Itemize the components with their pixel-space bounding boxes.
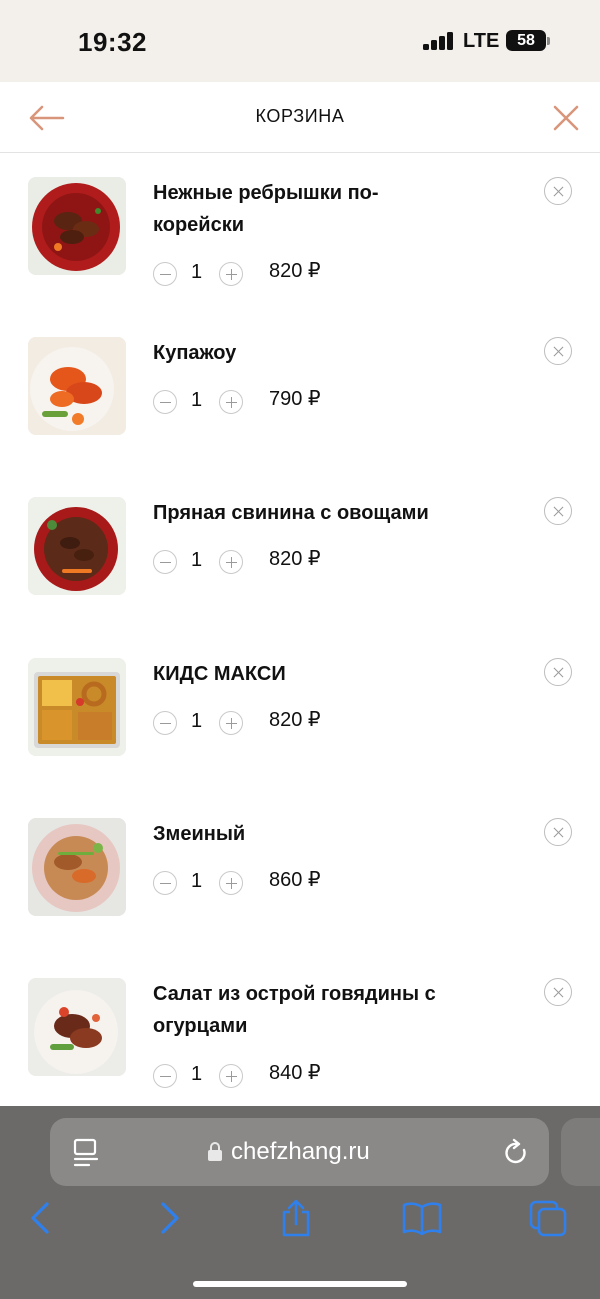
increase-quantity-button[interactable]: [219, 871, 243, 895]
browser-toolbar: chefzhang.ru: [0, 1106, 600, 1299]
dish-image[interactable]: [28, 337, 126, 435]
cart-list: Нежные ребрышки по-корейски 1 820 ₽ Купа…: [0, 153, 600, 1106]
quantity-stepper: 1 840 ₽: [153, 1062, 403, 1088]
status-time: 19:32: [78, 27, 147, 57]
share-button[interactable]: [276, 1198, 316, 1238]
close-button[interactable]: [546, 98, 586, 138]
item-name: КИДС МАКСИ: [153, 663, 286, 685]
battery-level: 58: [517, 32, 535, 49]
decrease-quantity-button[interactable]: [153, 871, 177, 895]
quantity-value: 1: [191, 1063, 203, 1085]
remove-item-button[interactable]: [544, 658, 572, 686]
item-name: Салат из острой говядины с огурцами: [153, 983, 436, 1037]
increase-quantity-button[interactable]: [219, 390, 243, 414]
increase-quantity-button[interactable]: [219, 550, 243, 574]
battery-icon: 58: [506, 30, 546, 51]
book-icon: [402, 1202, 442, 1235]
reader-mode-icon[interactable]: [72, 1138, 100, 1168]
lock-icon: [208, 1142, 222, 1161]
reload-icon[interactable]: [502, 1138, 530, 1168]
chevron-left-icon: [31, 1202, 49, 1234]
decrease-quantity-button[interactable]: [153, 711, 177, 735]
decrease-quantity-button[interactable]: [153, 1064, 177, 1088]
item-price: 840 ₽: [269, 1062, 321, 1084]
item-price: 790 ₽: [269, 388, 321, 410]
browser-forward-button[interactable]: [150, 1198, 190, 1238]
item-price: 820 ₽: [269, 548, 321, 570]
home-indicator[interactable]: [193, 1281, 407, 1287]
quantity-value: 1: [191, 549, 203, 571]
cart-header: КОРЗИНА: [0, 82, 600, 153]
item-name: Купажоу: [153, 342, 237, 364]
quantity-value: 1: [191, 710, 203, 732]
network-type: LTE: [463, 30, 500, 52]
cart-item: Салат из острой говядины с огурцами 1 84…: [0, 954, 600, 1106]
remove-item-button[interactable]: [544, 177, 572, 205]
close-icon: [553, 105, 579, 131]
remove-item-button[interactable]: [544, 337, 572, 365]
dish-image[interactable]: [28, 818, 126, 916]
increase-quantity-button[interactable]: [219, 1064, 243, 1088]
cart-item: Пряная свинина с овощами 1 820 ₽: [0, 473, 600, 633]
dish-image[interactable]: [28, 497, 126, 595]
battery-tip: [547, 37, 550, 45]
increase-quantity-button[interactable]: [219, 262, 243, 286]
dish-image[interactable]: [28, 177, 126, 275]
quantity-stepper: 1 820 ₽: [153, 709, 403, 735]
bookmarks-button[interactable]: [402, 1198, 442, 1238]
status-bar: 19:32 LTE 58: [0, 0, 600, 82]
tabs-button[interactable]: [528, 1198, 568, 1238]
quantity-value: 1: [191, 870, 203, 892]
cart-item: Нежные ребрышки по-корейски 1 820 ₽: [0, 153, 600, 313]
browser-back-button[interactable]: [20, 1198, 60, 1238]
quantity-stepper: 1 820 ₽: [153, 548, 403, 574]
share-icon: [282, 1199, 310, 1237]
decrease-quantity-button[interactable]: [153, 390, 177, 414]
quantity-value: 1: [191, 389, 203, 411]
dish-image[interactable]: [28, 658, 126, 756]
address-bar[interactable]: chefzhang.ru: [50, 1118, 549, 1186]
item-name: Пряная свинина с овощами: [153, 502, 429, 524]
decrease-quantity-button[interactable]: [153, 550, 177, 574]
item-price: 820 ₽: [269, 260, 321, 282]
next-tab-preview[interactable]: [561, 1118, 600, 1186]
item-name: Змеиный: [153, 823, 246, 845]
increase-quantity-button[interactable]: [219, 711, 243, 735]
item-name: Нежные ребрышки по-корейски: [153, 182, 379, 236]
tabs-icon: [529, 1200, 567, 1237]
cart-item: Змеиный 1 860 ₽: [0, 794, 600, 954]
remove-item-button[interactable]: [544, 818, 572, 846]
remove-item-button[interactable]: [544, 497, 572, 525]
quantity-value: 1: [191, 261, 203, 283]
decrease-quantity-button[interactable]: [153, 262, 177, 286]
quantity-stepper: 1 860 ₽: [153, 869, 403, 895]
chevron-right-icon: [161, 1202, 179, 1234]
item-price: 860 ₽: [269, 869, 321, 891]
page-title: КОРЗИНА: [255, 106, 345, 126]
cart-item: Купажоу 1 790 ₽: [0, 313, 600, 473]
signal-icon: [423, 32, 455, 50]
quantity-stepper: 1 820 ₽: [153, 260, 403, 286]
cart-item: КИДС МАКСИ 1 820 ₽: [0, 634, 600, 794]
dish-image[interactable]: [28, 978, 126, 1076]
url-text: chefzhang.ru: [231, 1138, 370, 1165]
item-price: 820 ₽: [269, 709, 321, 731]
quantity-stepper: 1 790 ₽: [153, 388, 403, 414]
remove-item-button[interactable]: [544, 978, 572, 1006]
